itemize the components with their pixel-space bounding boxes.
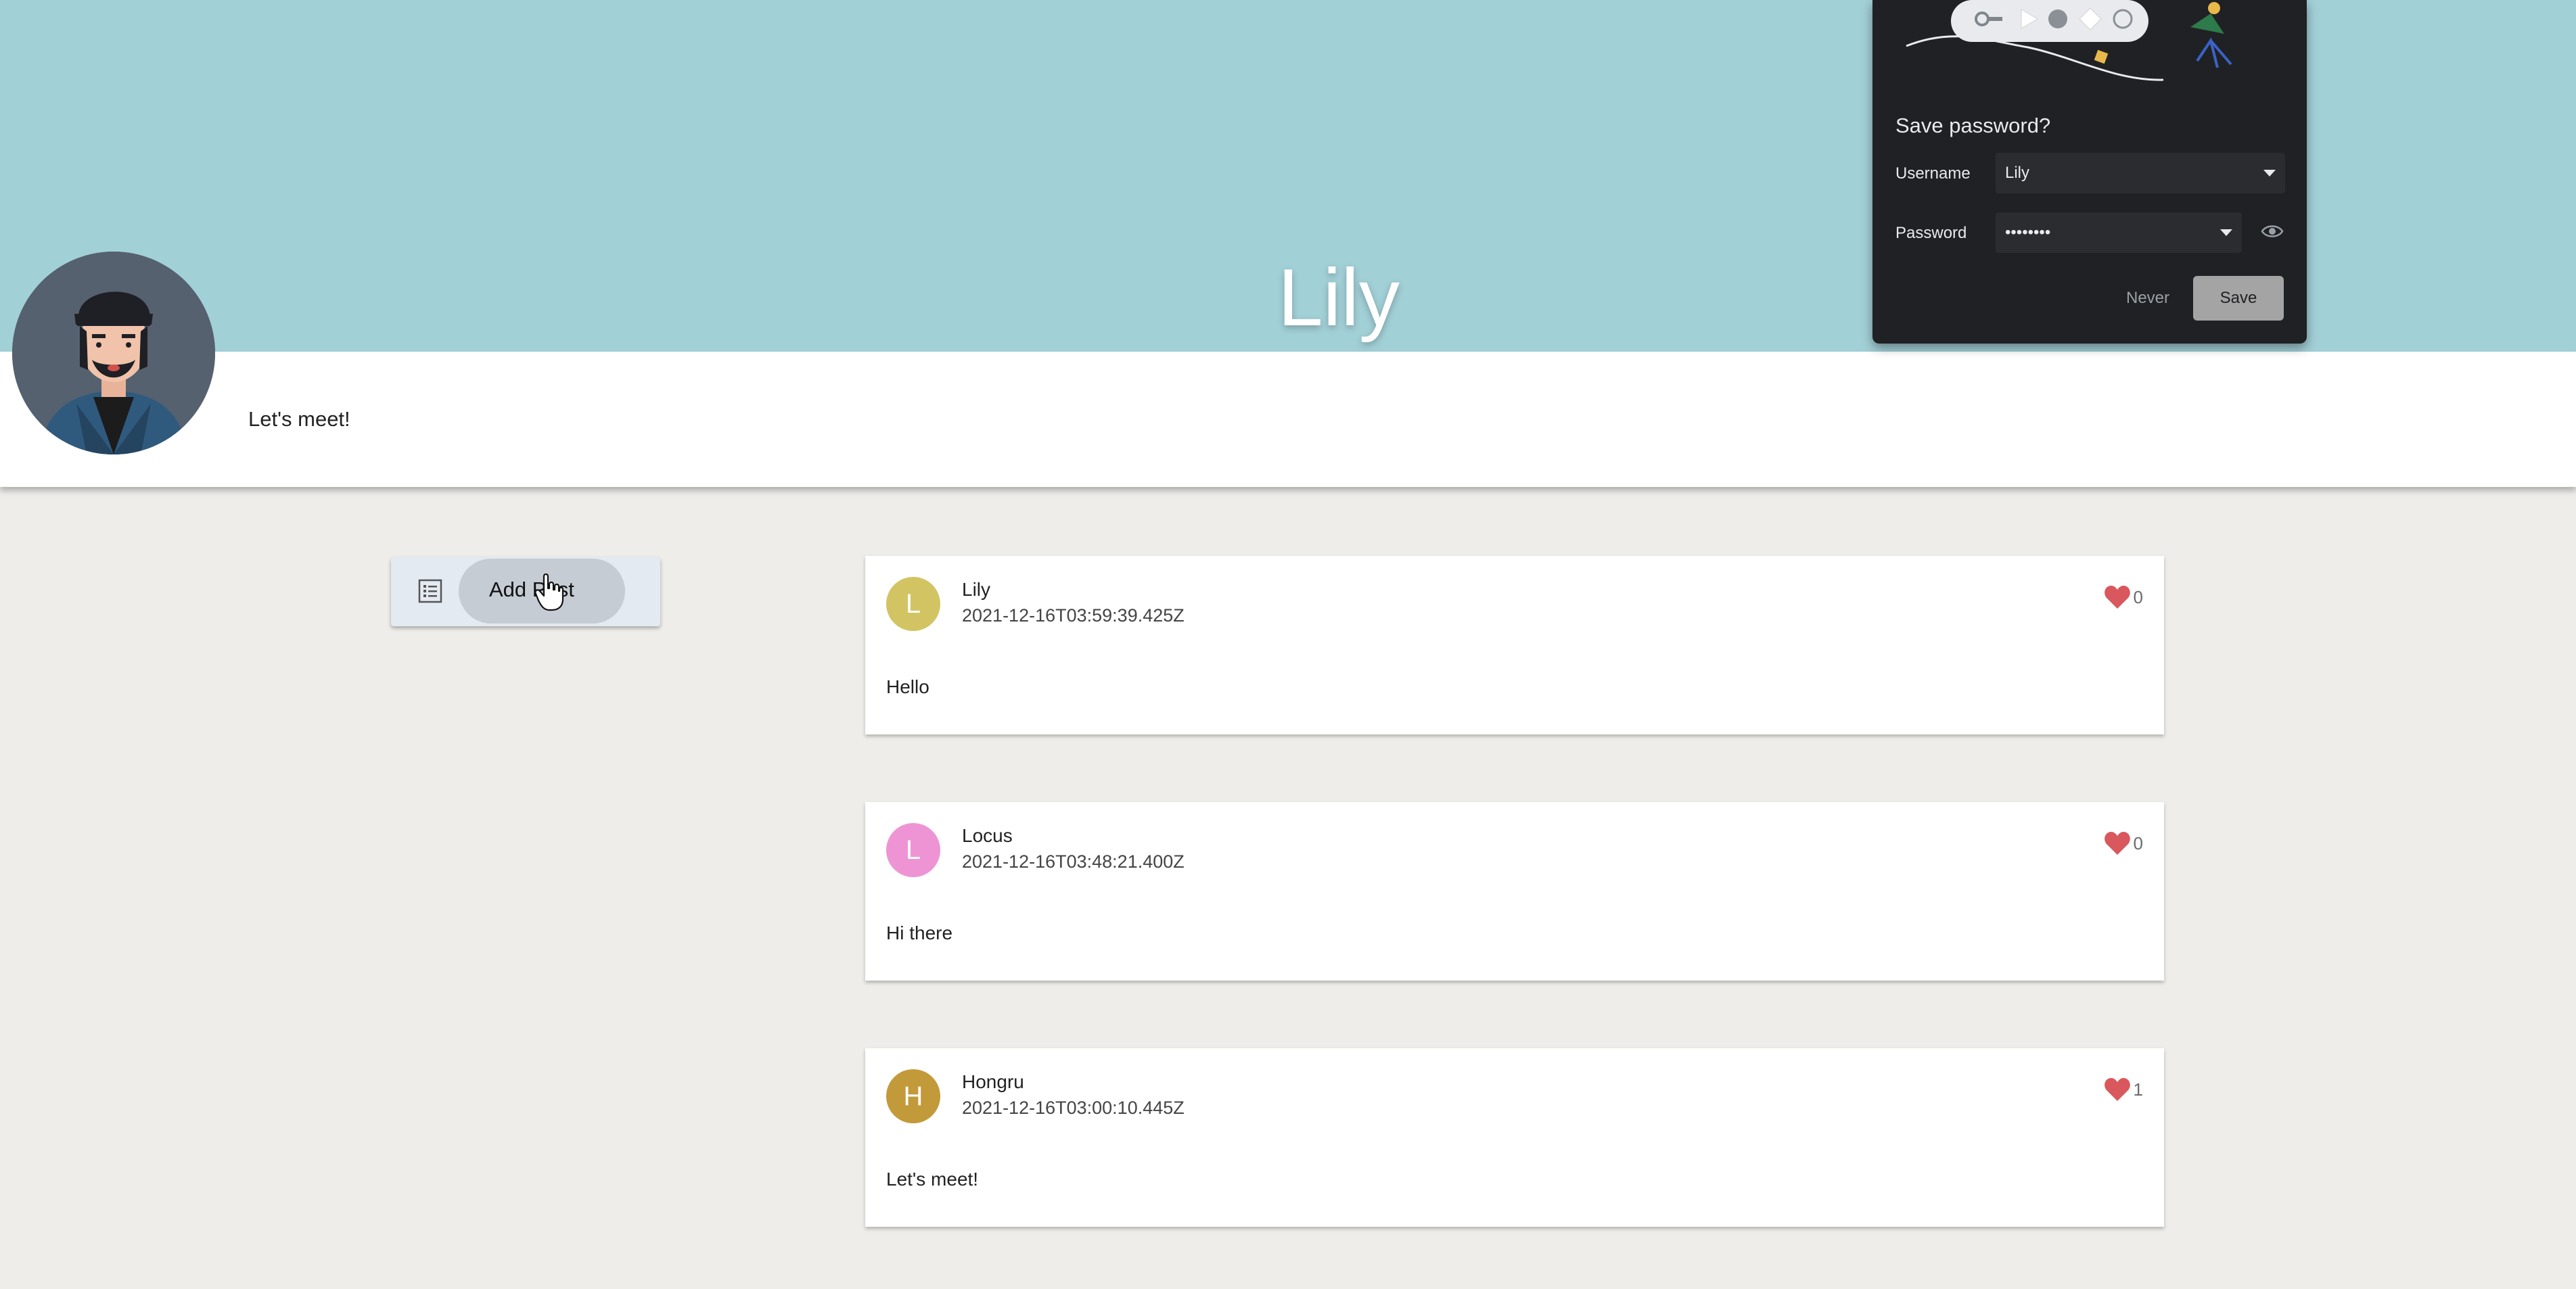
never-button[interactable]: Never (2109, 276, 2186, 321)
heart-icon (2104, 832, 2130, 855)
hand-cursor-icon (534, 573, 564, 611)
like-button[interactable]: 0 (2104, 830, 2143, 856)
username-select[interactable]: Lily (1996, 153, 2285, 193)
chevron-down-icon (2263, 170, 2276, 177)
heart-icon (2104, 1078, 2130, 1101)
heart-icon (2104, 586, 2130, 609)
username-label: Username (1895, 164, 1971, 183)
post-avatar: L (886, 823, 940, 877)
add-post-button[interactable]: Add Post (391, 557, 660, 626)
profile-status: Let's meet! (248, 407, 350, 431)
post-timestamp: 2021-12-16T03:59:39.425Z (962, 605, 1184, 626)
post-author: Hongru (962, 1071, 1024, 1092)
show-password-eye-icon[interactable] (2261, 223, 2284, 239)
post-card: L Locus 2021-12-16T03:48:21.400Z Hi ther… (865, 802, 2164, 981)
password-illustration (1906, 0, 2232, 81)
password-label: Password (1895, 224, 1967, 242)
post-body: Hello (886, 676, 929, 697)
like-button[interactable]: 1 (2104, 1077, 2143, 1102)
post-author: Lily (962, 579, 991, 600)
password-value: •••••••• (2005, 223, 2051, 241)
like-count: 0 (2133, 833, 2143, 853)
like-button[interactable]: 0 (2104, 584, 2143, 610)
like-count: 1 (2133, 1079, 2143, 1100)
password-select[interactable]: •••••••• (1996, 212, 2242, 253)
post-avatar: H (886, 1069, 940, 1123)
post-avatar: L (886, 577, 940, 631)
like-count: 0 (2133, 586, 2143, 607)
post-timestamp: 2021-12-16T03:48:21.400Z (962, 851, 1184, 872)
post-card: L Lily 2021-12-16T03:59:39.425Z Hello 0 (865, 556, 2164, 734)
save-button[interactable]: Save (2193, 276, 2284, 321)
profile-avatar (12, 252, 215, 454)
list-icon (418, 579, 442, 603)
chevron-down-icon (2220, 229, 2232, 236)
post-card: H Hongru 2021-12-16T03:00:10.445Z Let's … (865, 1048, 2164, 1227)
post-timestamp: 2021-12-16T03:00:10.445Z (962, 1098, 1184, 1118)
profile-info-bar (0, 352, 2576, 487)
post-body: Hi there (886, 922, 953, 943)
post-author: Locus (962, 825, 1013, 846)
username-value: Lily (2005, 164, 2030, 182)
save-password-title: Save password? (1895, 114, 2051, 137)
save-password-dialog: Save password? Username Lily Password ••… (1872, 0, 2307, 344)
post-body: Let's meet! (886, 1169, 979, 1190)
user-avatar-illustration (12, 252, 215, 454)
